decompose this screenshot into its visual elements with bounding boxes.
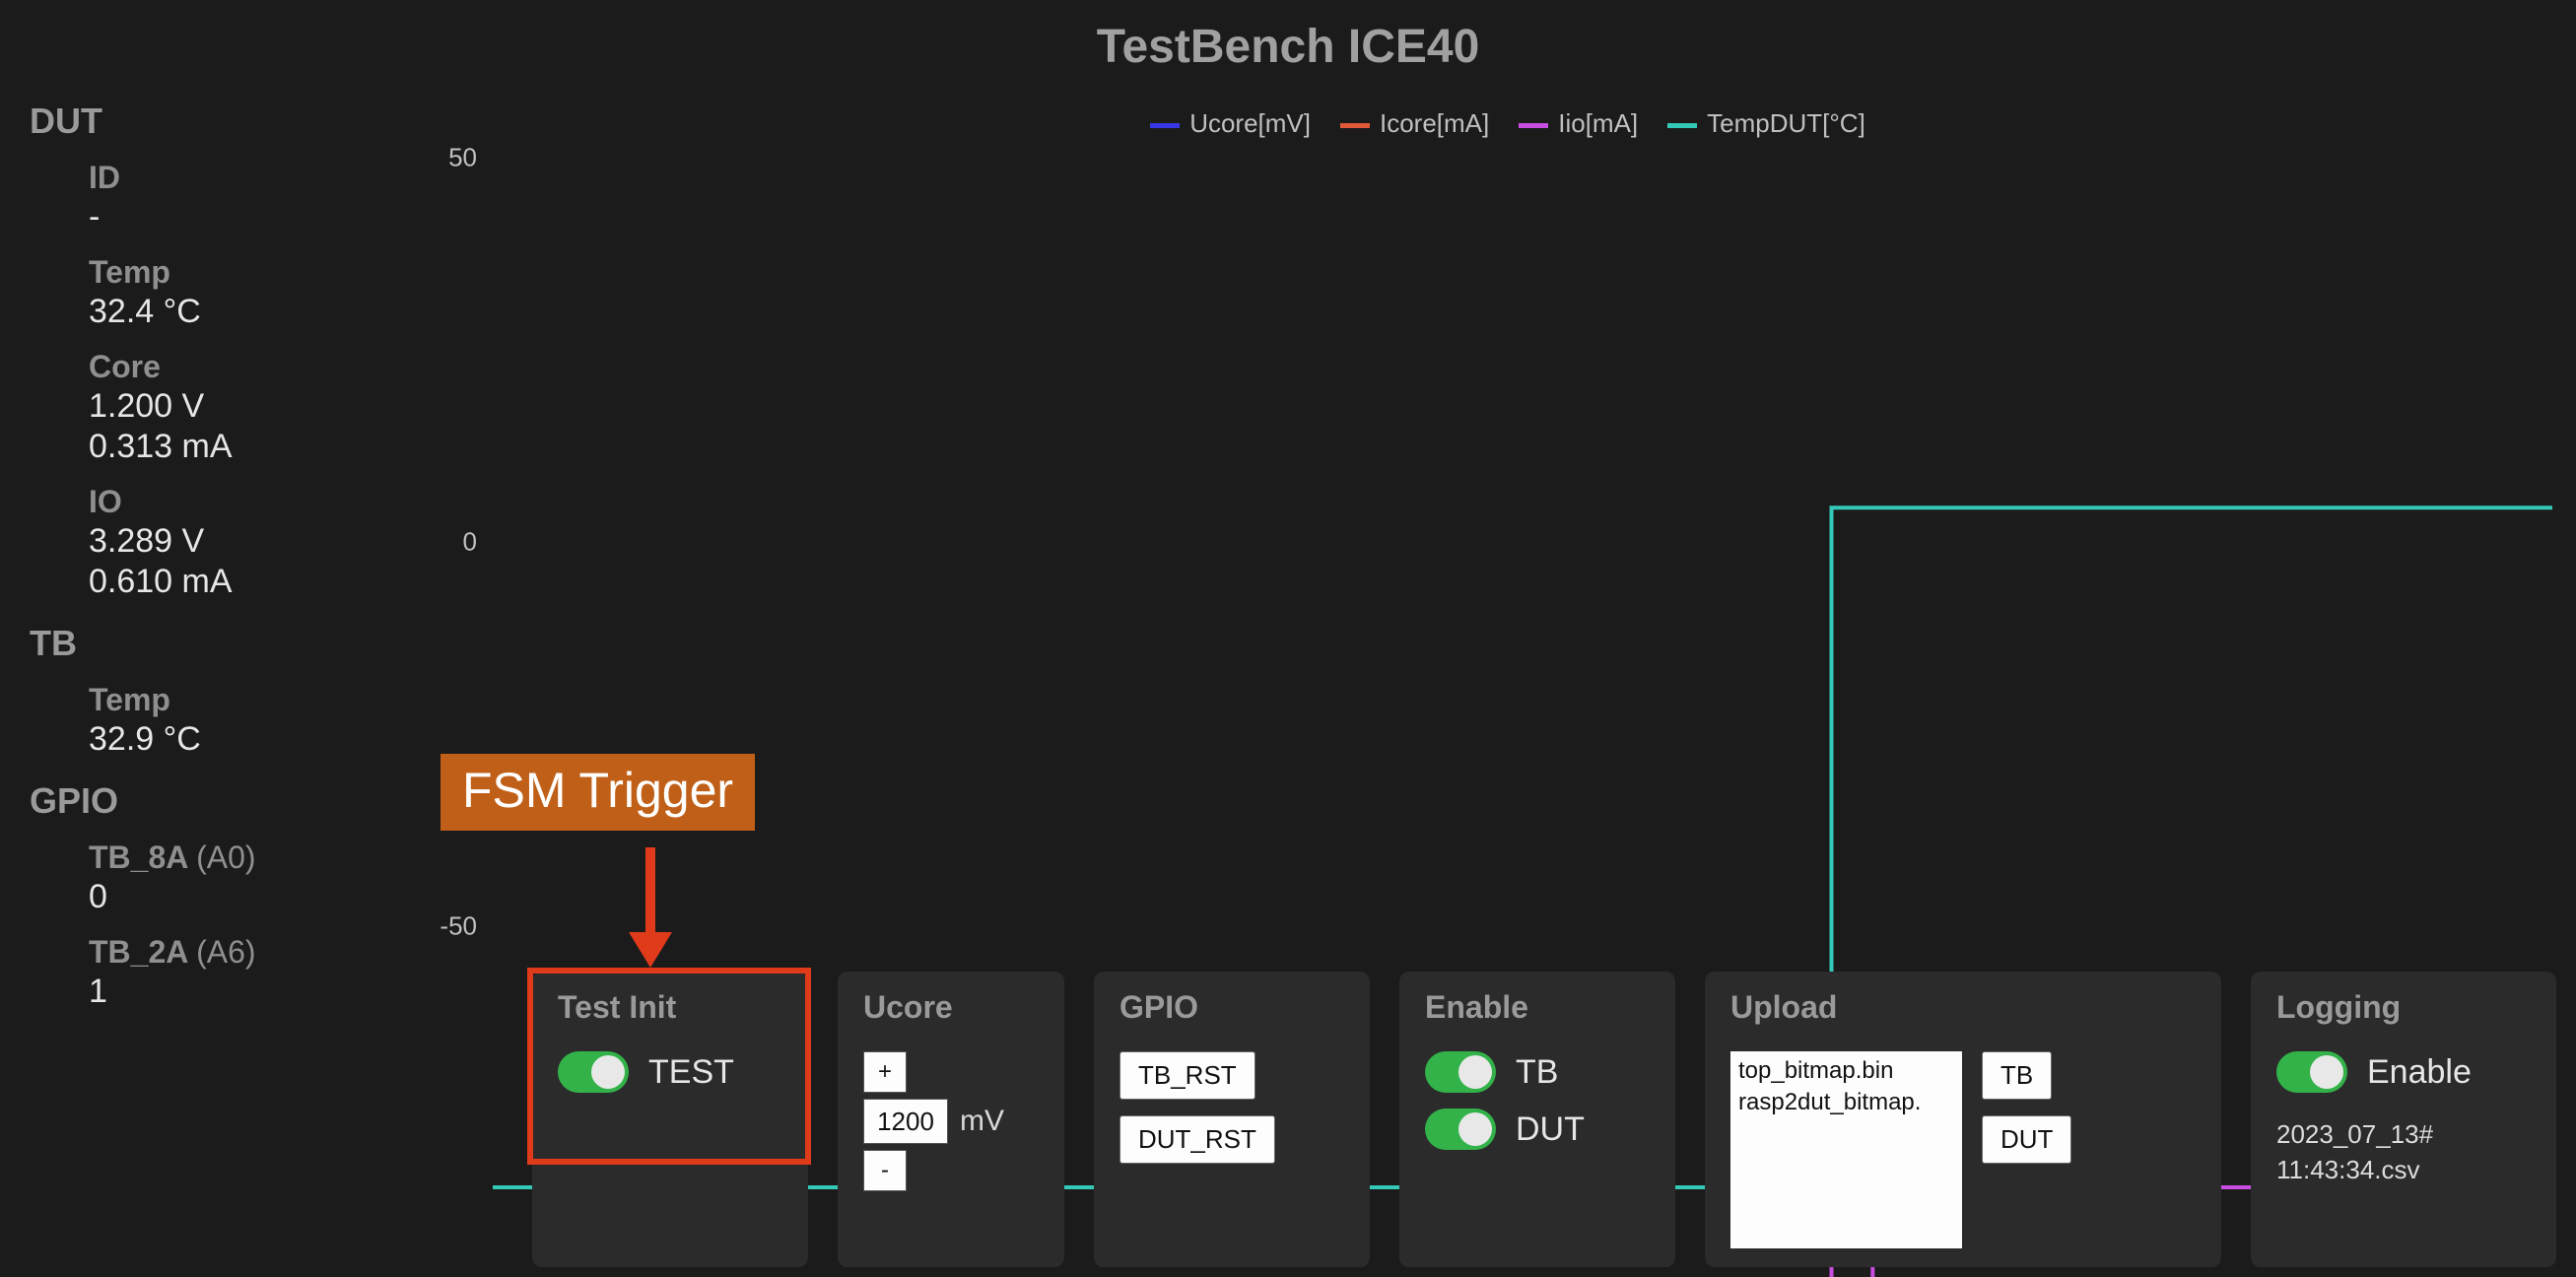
control-cards-row: Test Init TEST Ucore + mV - GPIO TB_RST …: [532, 972, 2556, 1267]
dut-temp-label: Temp: [89, 254, 394, 291]
card-enable: Enable TB DUT: [1399, 972, 1675, 1267]
annotation-arrow-icon: [645, 847, 655, 944]
dut-core-label: Core: [89, 349, 394, 385]
ytick-0: 0: [463, 527, 477, 558]
chart-legend[interactable]: Ucore[mV]Icore[mA]Iio[mA]TempDUT[°C]: [434, 108, 2552, 139]
card-test-init: Test Init TEST: [532, 972, 808, 1267]
card-logging: Logging Enable 2023_07_13# 11:43:34.csv: [2251, 972, 2556, 1267]
gpio-pin0-value: 0: [89, 878, 394, 916]
tb-section-title: TB: [30, 623, 394, 664]
dut-io-label: IO: [89, 484, 394, 520]
toggle-test-label: TEST: [648, 1053, 734, 1092]
ucore-decrement-button[interactable]: -: [863, 1150, 907, 1191]
toggle-enable-tb[interactable]: [1425, 1051, 1496, 1093]
ucore-increment-button[interactable]: +: [863, 1051, 907, 1093]
gpio-section-title: GPIO: [30, 780, 394, 822]
upload-dut-button[interactable]: DUT: [1982, 1115, 2071, 1164]
toggle-logging-label: Enable: [2367, 1053, 2472, 1092]
card-upload-title: Upload: [1730, 989, 2196, 1026]
sidebar: DUT ID - Temp 32.4 °C Core 1.200 V 0.313…: [30, 79, 394, 1011]
dut-rst-button[interactable]: DUT_RST: [1119, 1115, 1275, 1164]
ytick-50: 50: [448, 143, 477, 173]
dut-section-title: DUT: [30, 101, 394, 142]
card-gpio-title: GPIO: [1119, 989, 1344, 1026]
tb-temp-label: Temp: [89, 682, 394, 718]
tb-temp-value: 32.9 °C: [89, 720, 394, 759]
dut-id-value: -: [89, 198, 394, 236]
card-logging-title: Logging: [2276, 989, 2531, 1026]
dut-core-voltage: 1.200 V: [89, 387, 394, 426]
logging-filename: 2023_07_13# 11:43:34.csv: [2276, 1116, 2531, 1188]
card-gpio: GPIO TB_RST DUT_RST: [1094, 972, 1370, 1267]
card-enable-title: Enable: [1425, 989, 1650, 1026]
upload-tb-button[interactable]: TB: [1982, 1051, 2052, 1100]
ucore-value-input[interactable]: [863, 1099, 948, 1144]
toggle-enable-tb-label: TB: [1516, 1053, 1558, 1092]
card-ucore: Ucore + mV -: [838, 972, 1064, 1267]
toggle-test[interactable]: [558, 1051, 629, 1093]
dut-io-current: 0.610 mA: [89, 563, 394, 601]
card-test-init-title: Test Init: [558, 989, 782, 1026]
toggle-logging[interactable]: [2276, 1051, 2347, 1093]
dut-id-label: ID: [89, 160, 394, 196]
dut-io-voltage: 3.289 V: [89, 522, 394, 561]
gpio-pin0-label: TB_8A (A0): [89, 840, 394, 876]
card-upload: Upload top_bitmap.binrasp2dut_bitmap. TB…: [1705, 972, 2221, 1267]
page-title: TestBench ICE40: [0, 20, 2576, 74]
dut-temp-value: 32.4 °C: [89, 293, 394, 331]
dut-core-current: 0.313 mA: [89, 428, 394, 466]
ytick-neg50: -50: [440, 911, 477, 942]
annotation-label: FSM Trigger: [441, 754, 755, 831]
gpio-pin1-label: TB_2A (A6): [89, 934, 394, 971]
upload-file-list[interactable]: top_bitmap.binrasp2dut_bitmap.: [1730, 1051, 1962, 1248]
tb-rst-button[interactable]: TB_RST: [1119, 1051, 1255, 1100]
ucore-unit-label: mV: [960, 1105, 1004, 1138]
chart-plot[interactable]: 50 0 -50: [493, 158, 2552, 926]
toggle-enable-dut[interactable]: [1425, 1109, 1496, 1150]
toggle-enable-dut-label: DUT: [1516, 1110, 1585, 1149]
gpio-pin1-value: 1: [89, 973, 394, 1011]
card-ucore-title: Ucore: [863, 989, 1039, 1026]
